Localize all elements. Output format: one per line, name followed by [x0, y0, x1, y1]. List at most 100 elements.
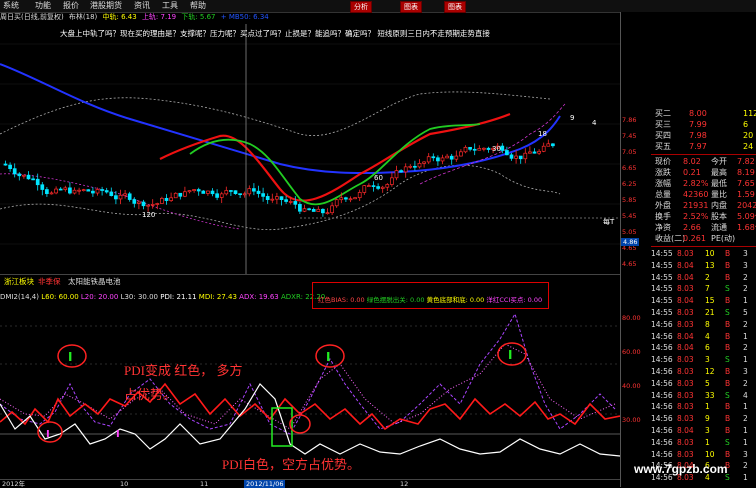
candle-body	[252, 188, 256, 192]
candle-body	[35, 178, 40, 186]
sector-zhejiang[interactable]: 浙江板块	[4, 275, 34, 288]
candle-body	[279, 196, 284, 201]
dmi-name: DMI2(14,4)	[0, 293, 39, 301]
menu-item-help[interactable]: 帮助	[190, 0, 206, 12]
circle-mark-5	[289, 414, 311, 434]
candle-body	[150, 204, 155, 206]
candle-body	[348, 198, 353, 201]
marker-60: 60	[374, 174, 383, 182]
tick-row: 14:55 8.04 15 B 1	[651, 296, 748, 306]
annotation-long-advantage: 占优势。	[124, 387, 177, 402]
candle-body	[307, 208, 311, 211]
candle-body	[284, 199, 288, 202]
candle-body	[3, 163, 8, 166]
candle-body	[40, 184, 45, 190]
candle-body	[523, 152, 528, 160]
candle-body	[403, 166, 408, 173]
candle-body	[390, 177, 394, 185]
order-book-row: 买四 7.98 20	[655, 131, 754, 140]
signal-yellow: 黄色底部和底: 0.00	[426, 296, 485, 304]
candle-body	[472, 148, 477, 151]
candle-body	[298, 204, 302, 212]
price-axis-label: 5.85	[622, 196, 637, 204]
candle-body	[541, 145, 546, 152]
sector-tag[interactable]: 非季保	[38, 275, 61, 288]
quote-stat-row: 外盘21931内盘20429	[655, 201, 756, 210]
quote-stat-row: 涨跌 0.21 最高 8.19	[655, 168, 755, 177]
quote-stat-row: 涨幅 2.82% 最低 7.65	[655, 179, 755, 188]
signal-cci: 洋红CCI买点: 0.00	[486, 296, 543, 304]
menu-item-function[interactable]: 功能	[35, 0, 51, 12]
candle-body	[353, 197, 357, 200]
order-book-row: 买五 7.97 24	[655, 142, 754, 151]
tick-row: 14:56 8.03 12 B 3	[651, 367, 748, 376]
quote-area: 买二 8.00 112 买三 7.99 6 买四 7.98 20 买五 7.97 24 现价 8.02 今开…	[651, 108, 756, 487]
circle-mark-4	[37, 421, 63, 443]
menu-item-quote[interactable]: 报价	[63, 0, 79, 12]
candle-body	[500, 145, 505, 151]
menu-item-hk-futures[interactable]: 港股期货	[90, 0, 122, 12]
candle-body	[551, 143, 555, 147]
candle-body	[445, 155, 449, 159]
candle-body	[247, 188, 252, 195]
candle-body	[229, 190, 233, 192]
quote-stat-row: 换手2.52%股本5.09亿	[655, 212, 756, 221]
candle-body	[431, 156, 436, 159]
tick-row: 14:56 8.03 8 B 2	[651, 319, 748, 329]
dmi-mdi: MDI: 27.43	[198, 293, 237, 301]
tick-row: 14:56 8.03 9 B 2	[651, 414, 748, 424]
mark-i-2: I	[326, 350, 330, 364]
quote-stat-row: 现价 8.02 今开 7.82	[655, 157, 755, 166]
axis-anchor	[620, 0, 621, 1]
candle-body	[49, 192, 54, 195]
candle-body	[449, 155, 454, 160]
candle-body	[275, 196, 279, 200]
tick-row: 14:56 8.03 1 B 1	[651, 402, 748, 412]
tick-row: 14:55 8.03 21 S 5	[651, 308, 748, 317]
candle-body	[417, 163, 422, 168]
candle-body	[330, 205, 334, 214]
boll-upper-line	[0, 91, 551, 136]
candle-body	[311, 209, 316, 212]
candle-body	[100, 189, 104, 191]
price-axis-label: 5.05	[622, 228, 637, 236]
candle-body	[233, 190, 238, 195]
candle-body	[505, 150, 509, 156]
candle-body	[509, 154, 514, 159]
period-label: 周日买(日线,前复权)	[0, 13, 64, 21]
dmi-chart[interactable]: I I I I I	[0, 304, 620, 479]
annotation-pdi-white: PDI白色，空方占优势。	[222, 457, 360, 472]
candle-body	[192, 189, 196, 191]
candle-body	[173, 192, 178, 199]
candle-body	[141, 201, 146, 207]
menu-item-tools[interactable]: 工具	[162, 0, 178, 12]
tick-row: 14:55 8.03 10 B 3	[651, 249, 748, 258]
menu-item-news[interactable]: 资讯	[134, 0, 150, 12]
menu-item-system[interactable]: 系统	[3, 0, 19, 12]
price-chart[interactable]: 9 4 18 30 60 120 每T	[0, 24, 620, 274]
divider	[651, 154, 756, 155]
candle-body	[26, 174, 31, 180]
quote-stat-row: 净资2.66流通1.68亿	[655, 223, 756, 232]
tick-row: 14:55 8.04 2 B 2	[651, 272, 748, 282]
candle-body	[256, 190, 261, 194]
candle-body	[72, 189, 77, 194]
signal-line: 红色BIAS: 0.00 绿色摆脱出关: 0.00 黄色底部和底: 0.00 洋…	[318, 294, 542, 304]
price-axis-label: 6.25	[622, 180, 637, 188]
sector-solar[interactable]: 太阳能铁晶电池	[68, 275, 121, 288]
divider	[651, 246, 756, 247]
dmi-l60: L60: 60.00	[41, 293, 79, 301]
tick-row: 14:56 8.03 33 S 4	[651, 390, 748, 400]
candle-body	[463, 146, 468, 153]
candle-body	[436, 157, 440, 162]
candle-body	[385, 184, 390, 188]
candle-body	[104, 190, 109, 193]
tick-row: 14:56 8.04 6 B 2	[651, 343, 748, 353]
ma-purple-line-2	[419, 103, 566, 185]
tick-row: 14:55 8.04 13 B 3	[651, 260, 748, 270]
price-axis-label: 6.65	[622, 164, 637, 172]
candle-body	[77, 189, 81, 192]
candle-body	[288, 201, 293, 203]
adx-line	[0, 312, 616, 435]
candle-body	[371, 185, 376, 187]
